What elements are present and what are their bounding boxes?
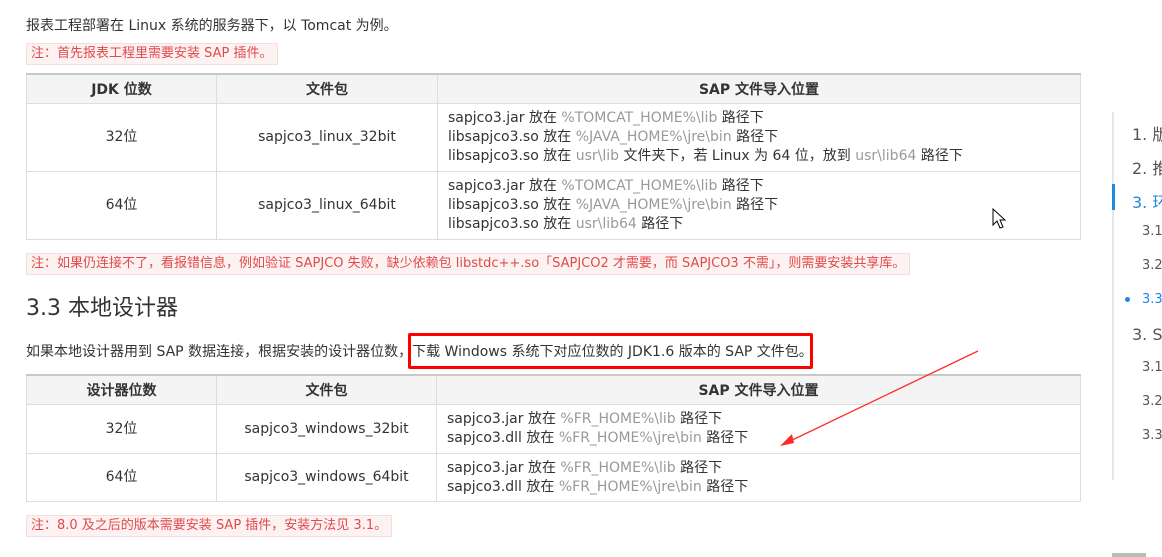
toc-item-4-2[interactable]: 3.2 — [1142, 394, 1162, 409]
intro-paragraph: 报表工程部署在 Linux 系统的服务器下，以 Tomcat 为例。 — [26, 18, 398, 34]
cell-bits: 64位 — [26, 171, 217, 240]
toc-item-3-3[interactable]: 3.3 — [1142, 292, 1162, 307]
col-header-designer-bits: 设计器位数 — [26, 374, 217, 405]
scrollbar-thumb[interactable] — [1112, 553, 1146, 557]
location-line: sapjco3.jar 放在 %TOMCAT_HOME%\lib 路径下 — [448, 110, 764, 126]
section-title: 3.3 本地设计器 — [26, 296, 178, 321]
col-header-sap-location: SAP 文件导入位置 — [437, 73, 1081, 104]
note-shared-library: 注：如果仍连接不了，看报错信息，例如验证 SAPJCO 失败，缺少依赖包 lib… — [26, 253, 911, 275]
cell-location: sapjco3.jar 放在 %TOMCAT_HOME%\lib 路径下 lib… — [437, 103, 1081, 172]
cell-bits: 32位 — [26, 404, 217, 454]
table-row: 64位 sapjco3_windows_64bit sapjco3.jar 放在… — [26, 453, 1081, 502]
col-header-jdk-bits: JDK 位数 — [26, 73, 217, 104]
toc-active-indicator — [1112, 184, 1115, 210]
location-line: libsapjco3.so 放在 usr\lib64 路径下 — [448, 216, 684, 232]
cell-package: sapjco3_linux_64bit — [216, 171, 438, 240]
location-line: sapjco3.jar 放在 %TOMCAT_HOME%\lib 路径下 — [448, 178, 764, 194]
toc-item-4-1[interactable]: 3.1! — [1142, 360, 1162, 375]
cell-location: sapjco3.jar 放在 %TOMCAT_HOME%\lib 路径下 lib… — [437, 171, 1081, 240]
linux-jdk-table: JDK 位数 文件包 SAP 文件导入位置 32位 sapjco3_linux_… — [26, 73, 1081, 240]
table-row: 64位 sapjco3_linux_64bit sapjco3.jar 放在 %… — [26, 171, 1081, 240]
table-row: 32位 sapjco3_linux_32bit sapjco3.jar 放在 %… — [26, 103, 1081, 172]
location-line: sapjco3.jar 放在 %FR_HOME%\lib 路径下 — [447, 459, 723, 476]
annotation-arrow-icon — [780, 350, 979, 446]
cell-package: sapjco3_windows_64bit — [216, 453, 437, 502]
toc-item-2[interactable]: 2. 推 — [1132, 155, 1162, 179]
highlight-box — [408, 333, 813, 369]
toc-current-dot — [1125, 297, 1130, 302]
table-header-row: JDK 位数 文件包 SAP 文件导入位置 — [26, 73, 1081, 104]
note-version-plugin: 注：8.0 及之后的版本需要安装 SAP 插件，安装方法见 3.1。 — [26, 515, 393, 537]
col-header-package: 文件包 — [216, 374, 437, 405]
mouse-cursor-icon — [992, 208, 1007, 229]
designer-paragraph-lead: 如果本地设计器用到 SAP 数据连接，根据安装的设计器位数， — [26, 344, 413, 360]
cell-bits: 32位 — [26, 103, 217, 172]
toc-item-1[interactable]: 1. 版 — [1132, 121, 1162, 145]
location-line: libsapjco3.so 放在 usr\lib 文件夹下，若 Linux 为 … — [448, 148, 963, 164]
toc-item-4-3[interactable]: 3.3 — [1142, 428, 1162, 443]
cell-bits: 64位 — [26, 453, 217, 502]
toc-item-3[interactable]: 3. 环 — [1132, 189, 1162, 213]
note-install-plugin: 注：首先报表工程里需要安装 SAP 插件。 — [26, 43, 278, 65]
cell-package: sapjco3_linux_32bit — [216, 103, 438, 172]
toc-sidebar: 1. 版 2. 推 3. 环 3.1 3.2 3.3 3. SA 3.1! 3.… — [1112, 112, 1162, 480]
location-line: libsapjco3.so 放在 %JAVA_HOME%\jre\bin 路径下 — [448, 129, 779, 145]
location-line: libsapjco3.so 放在 %JAVA_HOME%\jre\bin 路径下 — [448, 197, 779, 213]
toc-item-3-1[interactable]: 3.1 — [1142, 224, 1162, 239]
toc-item-4[interactable]: 3. SA — [1132, 325, 1162, 344]
location-line: sapjco3.dll 放在 %FR_HOME%\jre\bin 路径下 — [447, 478, 749, 495]
col-header-package: 文件包 — [216, 73, 438, 104]
toc-item-3-2[interactable]: 3.2 — [1142, 258, 1162, 273]
cell-package: sapjco3_windows_32bit — [216, 404, 437, 454]
cell-location: sapjco3.jar 放在 %FR_HOME%\lib 路径下 sapjco3… — [436, 453, 1081, 502]
